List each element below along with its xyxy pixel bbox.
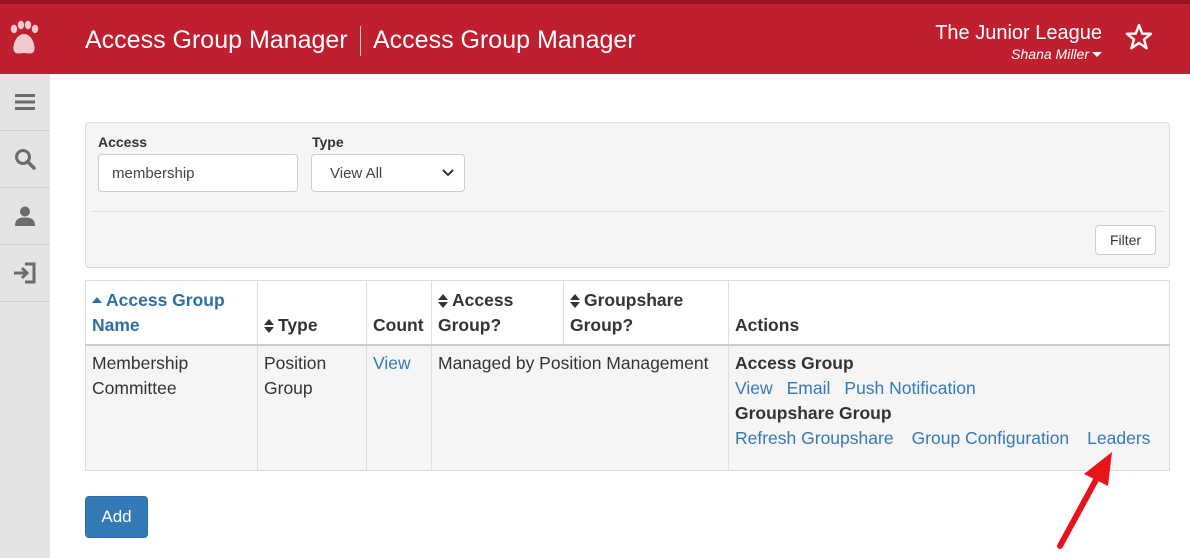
access-group-heading: Access Group — [735, 352, 854, 373]
sidebar — [0, 74, 50, 558]
star-icon[interactable] — [1124, 22, 1154, 52]
cell-type: Position Group — [257, 344, 367, 471]
user-name: Shana Miller — [1011, 46, 1089, 62]
leaders-link[interactable]: Leaders — [1087, 428, 1150, 448]
table-header-row: Access Group Name Type Count Access Grou… — [85, 280, 1170, 346]
col-header-access-group[interactable]: Access Group? — [431, 280, 564, 346]
sort-icon — [264, 318, 274, 333]
page-title: Access Group Manager — [85, 26, 348, 54]
sidebar-item-profile[interactable] — [0, 188, 50, 245]
col-header-access-line2: Group? — [438, 314, 502, 335]
groupshare-group-heading: Groupshare Group — [735, 402, 892, 423]
access-group-status: Managed by Position Management — [438, 352, 709, 373]
push-notification-link[interactable]: Push Notification — [844, 378, 975, 398]
add-button[interactable]: Add — [85, 496, 148, 538]
filter-panel: Access Type View All Filter — [85, 122, 1170, 268]
sidebar-item-logout[interactable] — [0, 245, 50, 302]
panel-divider — [92, 211, 1164, 212]
title-divider — [360, 26, 361, 56]
col-header-name-line1: Access Group — [106, 289, 225, 310]
user-menu[interactable]: Shana Miller — [1011, 46, 1102, 62]
count-view-link[interactable]: View — [373, 353, 411, 373]
sort-icon — [570, 293, 580, 308]
sort-asc-icon — [92, 296, 102, 303]
group-type-line2: Group — [264, 377, 313, 398]
col-header-type-label: Type — [278, 314, 318, 335]
caret-down-icon — [1092, 51, 1102, 57]
type-select-value: View All — [330, 164, 383, 182]
cell-name: Membership Committee — [85, 344, 258, 471]
menu-icon — [15, 94, 35, 110]
group-configuration-link[interactable]: Group Configuration — [912, 428, 1070, 448]
col-header-groupshare-line1: Groupshare — [584, 289, 684, 310]
col-header-count: Count — [366, 280, 432, 346]
access-search-input[interactable] — [98, 154, 298, 192]
col-header-access-line1: Access — [452, 289, 514, 310]
col-header-name[interactable]: Access Group Name — [85, 280, 258, 346]
cell-access-group: Managed by Position Management — [431, 344, 729, 471]
group-name-line1: Membership — [92, 352, 189, 373]
type-select[interactable]: View All — [311, 154, 465, 192]
annotation-arrow-icon — [1057, 452, 1112, 549]
access-groups-table: Access Group Name Type Count Access Grou… — [85, 280, 1170, 471]
page-subtitle: Access Group Manager — [373, 26, 636, 54]
sidebar-item-search[interactable] — [0, 131, 50, 188]
app-header: Access Group Manager Access Group Manage… — [0, 4, 1190, 74]
col-header-type[interactable]: Type — [257, 280, 367, 346]
email-link[interactable]: Email — [787, 378, 831, 398]
access-label: Access — [98, 134, 148, 150]
col-header-groupshare[interactable]: Groupshare Group? — [563, 280, 729, 346]
cell-count: View — [366, 344, 432, 471]
sort-icon — [438, 293, 448, 308]
filter-button[interactable]: Filter — [1095, 225, 1156, 255]
col-header-name-line2: Name — [92, 314, 140, 335]
search-icon — [15, 149, 36, 170]
table-row: Membership Committee Position Group View… — [85, 344, 1170, 471]
view-link[interactable]: View — [735, 378, 773, 398]
type-label: Type — [312, 134, 344, 150]
organization-name: The Junior League — [935, 22, 1102, 44]
col-header-actions: Actions — [728, 280, 1170, 346]
group-type-line1: Position — [264, 352, 327, 373]
paw-logo-icon[interactable] — [7, 20, 41, 60]
logout-icon — [14, 262, 36, 284]
group-name-line2: Committee — [92, 377, 177, 398]
user-icon — [15, 206, 35, 226]
chevron-down-icon — [442, 169, 454, 177]
col-header-groupshare-line2: Group? — [570, 314, 634, 335]
sidebar-item-menu[interactable] — [0, 74, 50, 131]
refresh-groupshare-link[interactable]: Refresh Groupshare — [735, 428, 894, 448]
